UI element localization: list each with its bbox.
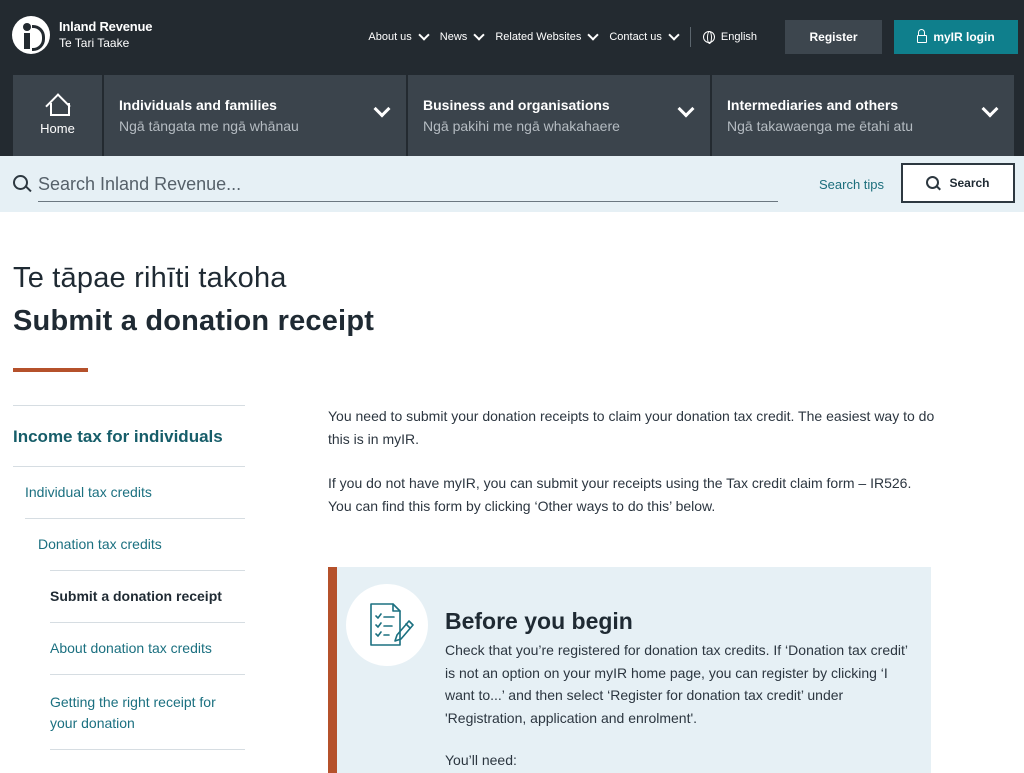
callout-heading: Before you begin	[445, 608, 633, 634]
search-icon	[926, 175, 940, 189]
home-icon	[44, 93, 71, 119]
sidenav-item-income-tax-for-individuals[interactable]: Income tax for individuals	[13, 405, 245, 466]
home-nav-button[interactable]: Home	[13, 75, 102, 156]
page-title-maori: Te tāpae rihīti takoha	[13, 262, 287, 294]
register-button[interactable]: Register	[785, 20, 882, 54]
sidenav-item-individual-tax-credits[interactable]: Individual tax credits	[13, 466, 245, 518]
logo-title: Inland Revenue	[59, 19, 153, 34]
related-websites-link[interactable]: Related Websites	[495, 29, 599, 43]
chevron-down-icon	[981, 100, 999, 118]
chevron-down-icon	[587, 29, 599, 41]
site-logo[interactable]: Inland Revenue Te Tari Taake	[12, 16, 152, 54]
sidenav-item-donation-tax-credits[interactable]: Donation tax credits	[25, 518, 245, 570]
nav-intermediaries-and-others[interactable]: Intermediaries and others Ngā takawaenga…	[712, 75, 1014, 156]
main-nav: Home Individuals and families Ngā tāngat…	[13, 75, 1014, 156]
nav-business-and-organisations[interactable]: Business and organisations Ngā pakihi me…	[408, 75, 710, 156]
callout-text: Check that you’re registered for donatio…	[445, 642, 908, 726]
page-title: Submit a donation receipt	[13, 305, 375, 337]
logo-subtitle: Te Tari Taake	[59, 36, 130, 50]
news-link[interactable]: News	[440, 29, 485, 43]
language-selector[interactable]: English	[702, 31, 757, 44]
myir-login-button[interactable]: myIR login	[894, 20, 1018, 54]
nav-individuals-and-families[interactable]: Individuals and families Ngā tāngata me …	[104, 75, 406, 156]
chevron-down-icon	[677, 100, 695, 118]
chevron-down-icon	[373, 100, 391, 118]
about-us-link[interactable]: About us	[368, 29, 430, 43]
sidenav-item-getting-the-right-receipt[interactable]: Getting the right receipt for your donat…	[50, 674, 245, 749]
checklist-pen-icon	[346, 584, 428, 666]
intro-paragraph: You need to submit your donation receipt…	[328, 408, 935, 447]
utility-nav: About us News Related Websites Contact u…	[368, 20, 1018, 54]
search-input[interactable]	[38, 168, 778, 202]
search-icon	[13, 175, 28, 190]
sidenav-divider	[50, 749, 245, 751]
sidenav-item-about-donation-tax-credits[interactable]: About donation tax credits	[50, 622, 245, 674]
chevron-down-icon	[473, 29, 485, 41]
utility-divider	[689, 27, 691, 47]
search-tips-link[interactable]: Search tips	[819, 177, 884, 192]
chevron-down-icon	[418, 29, 430, 41]
callout-needs-label: You’ll need:	[445, 752, 517, 768]
lock-icon	[917, 29, 928, 43]
search-button[interactable]: Search	[901, 163, 1015, 203]
globe-icon	[702, 31, 715, 44]
section-sidenav: Income tax for individuals Individual ta…	[13, 405, 245, 751]
alternative-paragraph: If you do not have myIR, you can submit …	[328, 475, 912, 514]
site-header: Inland Revenue Te Tari Taake About us Ne…	[0, 0, 1024, 156]
contact-us-link[interactable]: Contact us	[609, 29, 680, 43]
sidenav-item-submit-a-donation-receipt[interactable]: Submit a donation receipt	[50, 570, 245, 622]
chevron-down-icon	[668, 29, 680, 41]
title-underline	[13, 368, 88, 372]
inland-revenue-logo-icon	[12, 16, 50, 54]
